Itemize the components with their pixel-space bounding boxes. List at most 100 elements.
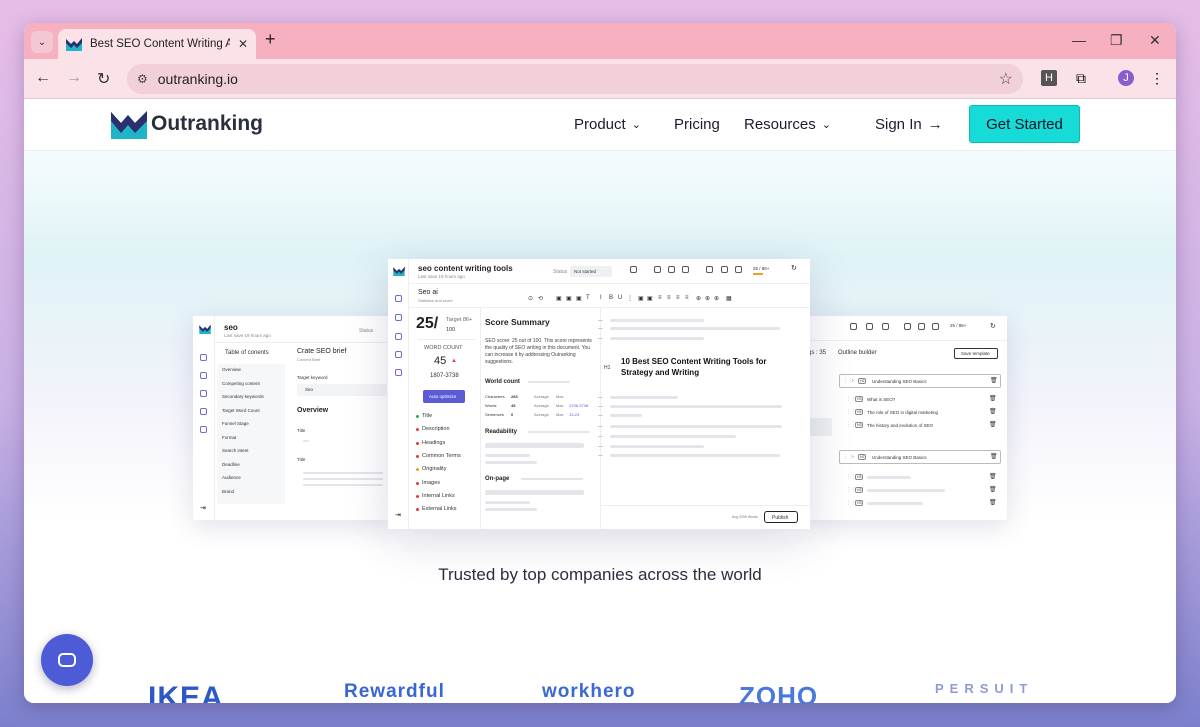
toolbar-icon[interactable] bbox=[630, 266, 637, 273]
check-item[interactable]: Internal Links bbox=[422, 493, 455, 499]
format-tool-icon[interactable]: ⊕ bbox=[714, 295, 719, 302]
format-tool-icon[interactable]: I bbox=[600, 295, 602, 301]
site-settings-icon[interactable]: ⚙ bbox=[137, 72, 148, 86]
check-item[interactable]: Title bbox=[422, 413, 432, 419]
format-tool-icon[interactable]: ▣ bbox=[566, 295, 572, 302]
active-tab[interactable]: Best SEO Content Writing AI So ✕ bbox=[58, 29, 256, 59]
format-tool-icon[interactable]: ⋮ bbox=[627, 295, 633, 302]
format-tool-icon[interactable]: ≡ bbox=[658, 295, 662, 301]
refresh-icon[interactable]: ↻ bbox=[990, 322, 996, 330]
h3-text[interactable]: What is SEO? bbox=[867, 397, 895, 402]
check-item[interactable]: External Links bbox=[422, 506, 457, 512]
format-tool-icon[interactable]: ≡ bbox=[667, 295, 671, 301]
format-tool-icon[interactable]: ⊙ bbox=[528, 295, 533, 302]
save-template-button[interactable]: Save template bbox=[954, 348, 998, 359]
target-keyword-input[interactable]: Seo bbox=[297, 384, 387, 396]
trash-icon[interactable]: 🗑 bbox=[989, 395, 997, 402]
status-select[interactable]: Not started bbox=[570, 266, 612, 277]
toolbar-icon[interactable] bbox=[706, 266, 713, 273]
restore-icon[interactable]: ❐ bbox=[1110, 32, 1123, 49]
list-icon[interactable] bbox=[395, 314, 402, 321]
omnibox[interactable]: ⚙ outranking.io ☆ bbox=[127, 64, 1023, 94]
divider bbox=[480, 307, 481, 529]
nav-resources[interactable]: Resources ⌄ bbox=[744, 116, 831, 133]
toolbar-icon[interactable] bbox=[735, 266, 742, 273]
document-line bbox=[610, 425, 782, 428]
check-item[interactable]: Description bbox=[422, 426, 450, 432]
extension-h-icon[interactable]: H bbox=[1041, 70, 1057, 86]
refresh-icon[interactable]: ↻ bbox=[791, 264, 797, 272]
check-item[interactable]: Originality bbox=[422, 466, 446, 472]
check-item[interactable]: Headings bbox=[422, 440, 445, 446]
toc-item[interactable]: Deadline bbox=[222, 462, 240, 467]
format-tool-icon[interactable]: ▦ bbox=[726, 295, 732, 302]
nav-pricing[interactable]: Pricing bbox=[674, 116, 720, 133]
format-tool-icon[interactable]: B bbox=[609, 295, 613, 301]
chevron-right-icon[interactable]: › bbox=[852, 378, 854, 384]
reload-icon[interactable]: ↻ bbox=[97, 69, 110, 89]
toc-item[interactable]: Audience bbox=[222, 475, 241, 480]
h3-text[interactable]: The history and evolution of SEO bbox=[867, 423, 933, 428]
menu-kebab-icon[interactable]: ⋮ bbox=[1149, 70, 1165, 86]
format-tool-icon[interactable]: ▣ bbox=[647, 295, 653, 302]
bookmark-star-icon[interactable]: ☆ bbox=[999, 69, 1013, 89]
trash-icon[interactable]: 🗑 bbox=[989, 499, 997, 506]
trash-icon[interactable]: 🗑 bbox=[989, 486, 997, 493]
extensions-puzzle-icon[interactable]: ⧉ bbox=[1073, 70, 1089, 86]
toolbar-icon[interactable] bbox=[668, 266, 675, 273]
editor-last-save: Last save 19 hours ago bbox=[418, 274, 465, 279]
new-tab-icon[interactable]: + bbox=[265, 29, 276, 50]
toolbar-icon[interactable] bbox=[682, 266, 689, 273]
outline-h2-row-2[interactable]: ⋮⋮ › H2 Understanding SEO Basics 🗑 bbox=[839, 450, 1001, 464]
format-tool-icon[interactable]: T bbox=[586, 295, 590, 301]
toolbar-icon[interactable] bbox=[721, 266, 728, 273]
format-tool-icon[interactable]: ≡ bbox=[685, 295, 689, 301]
forward-icon[interactable]: → bbox=[66, 69, 82, 87]
tab-search-chevron-icon[interactable]: ⌄ bbox=[31, 31, 53, 53]
trash-icon[interactable]: 🗑 bbox=[990, 377, 998, 384]
toc-item[interactable]: Secondary keywords bbox=[222, 394, 264, 399]
trash-icon[interactable]: 🗑 bbox=[989, 473, 997, 480]
h3-text[interactable]: The role of SEO in digital marketing bbox=[867, 410, 938, 415]
tools-icon[interactable] bbox=[395, 333, 402, 340]
outranking-logo[interactable]: Outranking bbox=[111, 109, 263, 139]
toc-item[interactable]: Brand bbox=[222, 489, 234, 494]
format-tool-icon[interactable]: ⊕ bbox=[705, 295, 710, 302]
publish-button[interactable]: Publish bbox=[764, 511, 798, 523]
format-tool-icon[interactable]: ▣ bbox=[638, 295, 644, 302]
back-icon[interactable]: ← bbox=[35, 69, 51, 87]
format-tool-icon[interactable]: ≡ bbox=[676, 295, 680, 301]
format-tool-icon[interactable]: U bbox=[618, 295, 622, 301]
auto-optimize-button[interactable]: Auto optimize bbox=[423, 390, 465, 403]
trash-icon[interactable]: 🗑 bbox=[989, 421, 997, 428]
close-tab-icon[interactable]: ✕ bbox=[238, 37, 248, 51]
format-tool-icon[interactable]: ▣ bbox=[576, 295, 582, 302]
folder-icon[interactable] bbox=[395, 369, 402, 376]
nav-sign-in[interactable]: Sign In → bbox=[875, 116, 943, 133]
doc-icon[interactable] bbox=[395, 295, 402, 302]
format-tool-icon[interactable]: ⊕ bbox=[696, 295, 701, 302]
check-item[interactable]: Common Terms bbox=[422, 453, 461, 459]
nav-product[interactable]: Product ⌄ bbox=[574, 116, 641, 133]
format-tool-icon[interactable]: ▣ bbox=[556, 295, 562, 302]
trash-icon[interactable]: 🗑 bbox=[989, 408, 997, 415]
toc-item[interactable]: Search intent bbox=[222, 448, 249, 453]
toc-item[interactable]: Format bbox=[222, 435, 236, 440]
minimize-icon[interactable]: — bbox=[1072, 32, 1086, 48]
profile-avatar[interactable]: J bbox=[1118, 70, 1134, 86]
outline-h2-row[interactable]: ⋮⋮ › H2 Understanding SEO Basics 🗑 bbox=[839, 374, 1001, 388]
toc-item[interactable]: Funnel Stage bbox=[222, 421, 249, 426]
exit-icon[interactable]: ⇥ bbox=[395, 511, 401, 519]
clock-icon[interactable] bbox=[395, 351, 402, 358]
chevron-right-icon[interactable]: › bbox=[852, 454, 854, 460]
toc-item[interactable]: Target Word Count bbox=[222, 408, 260, 413]
chat-widget-button[interactable] bbox=[41, 634, 93, 686]
toc-item[interactable]: Competing content bbox=[222, 381, 260, 386]
get-started-button[interactable]: Get Started bbox=[969, 105, 1080, 143]
close-window-icon[interactable]: ✕ bbox=[1149, 32, 1161, 49]
toc-item[interactable]: Overview bbox=[222, 367, 241, 372]
trash-icon[interactable]: 🗑 bbox=[990, 453, 998, 460]
toolbar-icon[interactable] bbox=[654, 266, 661, 273]
format-tool-icon[interactable]: ⟲ bbox=[538, 295, 543, 302]
check-item[interactable]: Images bbox=[422, 480, 440, 486]
